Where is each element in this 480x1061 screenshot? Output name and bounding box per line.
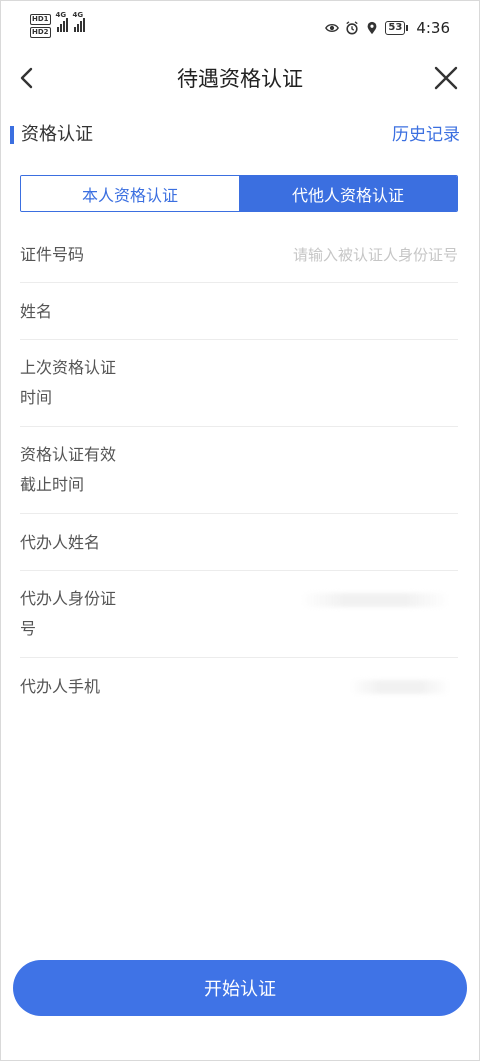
page-title: 待遇资格认证 (177, 67, 303, 91)
last-cert-time-label-line1: 上次资格认证 (20, 358, 117, 377)
history-link[interactable]: 历史记录 (392, 122, 460, 148)
name-label: 姓名 (20, 302, 53, 321)
status-left: HD1 HD2 4G 4G (30, 11, 91, 42)
cert-form: 证件号码 姓名 上次资格认证 时间 资格认证有效 截止时间 代办人姓名 代办人身… (20, 226, 458, 715)
cert-deadline-label-line1: 资格认证有效 (20, 445, 117, 464)
section-header: 资格认证 历史记录 (0, 120, 480, 150)
section-title: 资格认证 (21, 124, 93, 145)
id-number-label: 证件号码 (20, 245, 85, 264)
form-row-id-number: 证件号码 (20, 226, 458, 283)
battery-icon: 53 (385, 21, 409, 35)
signal-1-icon: 4G (55, 11, 68, 32)
agent-id-redacted-value[interactable] (300, 593, 450, 607)
form-row-agent-phone: 代办人手机 (20, 658, 458, 715)
close-icon[interactable] (432, 64, 460, 92)
agent-phone-label: 代办人手机 (20, 677, 101, 696)
cert-deadline-label-line2: 截止时间 (20, 475, 85, 494)
last-cert-time-label-line2: 时间 (20, 388, 53, 407)
section-accent-bar (10, 126, 14, 144)
hd2-badge: HD2 (30, 27, 51, 38)
alarm-icon (346, 21, 359, 35)
clock: 4:36 (416, 19, 450, 37)
eye-icon (325, 24, 340, 32)
id-number-input[interactable] (218, 240, 458, 270)
status-right: 53 4:36 (325, 16, 450, 40)
form-row-cert-deadline: 资格认证有效 截止时间 (20, 427, 458, 514)
nav-header: 待遇资格认证 (0, 56, 480, 102)
network-type-1: 4G (55, 11, 67, 19)
form-row-name: 姓名 (20, 283, 458, 340)
agent-id-label-line1: 代办人身份证 (20, 589, 117, 608)
agent-name-label: 代办人姓名 (20, 533, 101, 552)
status-bar: HD1 HD2 4G 4G 53 4:36 (0, 0, 480, 56)
agent-phone-redacted-value[interactable] (350, 680, 450, 694)
cert-type-tabs: 本人资格认证 代他人资格认证 (20, 175, 458, 212)
hd-indicators: HD1 HD2 (30, 14, 51, 38)
signal-2-icon: 4G (72, 11, 85, 32)
tab-self-cert[interactable]: 本人资格认证 (21, 176, 239, 211)
hd1-badge: HD1 (30, 14, 51, 25)
tab-proxy-cert[interactable]: 代他人资格认证 (239, 176, 457, 211)
start-cert-button[interactable]: 开始认证 (13, 960, 467, 1016)
network-type-2: 4G (72, 11, 84, 19)
battery-level: 53 (385, 21, 406, 35)
form-row-last-cert-time: 上次资格认证 时间 (20, 340, 458, 427)
location-icon (368, 21, 377, 35)
form-row-agent-id: 代办人身份证 号 (20, 571, 458, 658)
form-row-agent-name: 代办人姓名 (20, 514, 458, 571)
agent-id-label-line2: 号 (20, 619, 37, 638)
